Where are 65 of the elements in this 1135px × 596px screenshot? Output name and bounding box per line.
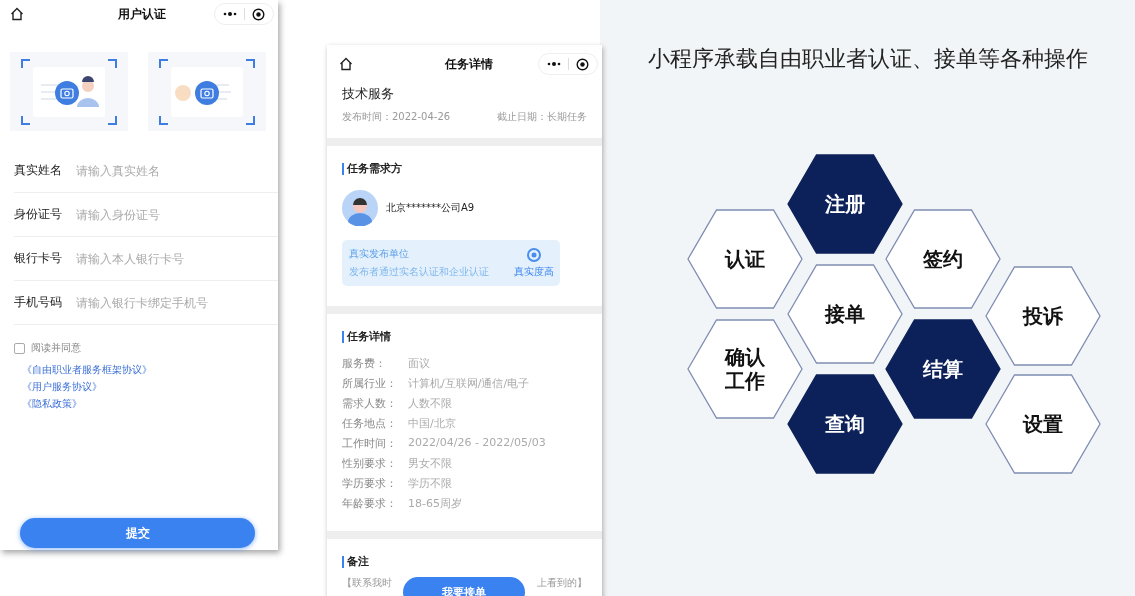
detail-label: 学历要求： [342, 476, 398, 491]
input-field[interactable]: 请输入本人银行卡号 [76, 251, 266, 266]
detail-value: 18-65周岁 [408, 496, 463, 511]
more-icon[interactable] [223, 11, 237, 17]
more-icon[interactable] [547, 61, 561, 67]
hexagon-node: 设置 [985, 374, 1101, 474]
hexagon-node: 认证 [687, 209, 803, 309]
agreement-link[interactable]: 《用户服务协议》 [22, 380, 102, 394]
verified-note: 发布者通过实名认证和企业认证 [349, 265, 489, 279]
remark-text: 上看到的】 [537, 576, 587, 590]
capsule-menu[interactable] [538, 53, 598, 75]
hexagon-node: 签约 [885, 209, 1001, 309]
checkbox[interactable] [14, 342, 25, 354]
remark-text: 【联系我时 [342, 576, 392, 590]
hexagon-node: 接单 [787, 264, 903, 364]
detail-value: 学历不限 [408, 476, 453, 491]
detail-value: 面议 [408, 356, 431, 371]
input-field[interactable]: 请输入真实姓名 [76, 163, 266, 178]
deadline: 截止日期：长期任务 [497, 110, 587, 124]
verified-label: 真实度高 [514, 264, 554, 279]
field-label: 真实姓名 [14, 162, 63, 179]
field-label: 手机号码 [14, 294, 63, 311]
hexagon-node: 确认 工作 [687, 319, 803, 419]
home-icon[interactable] [10, 7, 24, 21]
page-title: 用户认证 [118, 5, 166, 23]
detail-label: 需求人数： [342, 396, 398, 411]
task-name: 技术服务 [342, 85, 395, 103]
detail-value: 计算机/互联网/通信/电子 [408, 376, 531, 391]
id-card-upload[interactable] [10, 52, 128, 131]
field-label: 身份证号 [14, 206, 63, 223]
agree-label: 阅读并同意 [31, 341, 81, 355]
submit-button[interactable]: 提交 [20, 518, 255, 548]
home-icon[interactable] [339, 57, 353, 71]
detail-value: 人数不限 [408, 396, 453, 411]
id-card-upload[interactable] [148, 52, 266, 131]
requester-name: 北京*******公司A9 [386, 201, 475, 215]
detail-label: 年龄要求： [342, 496, 398, 511]
detail-value: 男女不限 [408, 456, 453, 471]
hexagon-node: 查询 [787, 374, 903, 474]
field-label: 银行卡号 [14, 250, 63, 267]
detail-label: 工作时间： [342, 436, 398, 451]
slide-title: 小程序承载自由职业者认证、接单等各种操作 [648, 45, 1089, 73]
page-title: 任务详情 [444, 55, 493, 73]
detail-value: 中国/北京 [408, 416, 457, 431]
verified-title: 真实发布单位 [349, 247, 410, 261]
section-heading: 任务详情 [342, 331, 587, 343]
capsule-menu[interactable] [214, 3, 274, 25]
detail-label: 所属行业： [342, 376, 398, 391]
section-heading: 备注 [342, 556, 587, 568]
close-icon[interactable] [252, 7, 265, 21]
hexagon-node: 结算 [885, 319, 1001, 419]
detail-label: 性别要求： [342, 456, 398, 471]
detail-label: 服务费： [342, 356, 387, 371]
avatar-icon [342, 190, 378, 226]
publish-time: 发布时间：2022-04-26 [342, 110, 451, 124]
agreement-link[interactable]: 《隐私政策》 [22, 397, 82, 411]
hexagon-node: 注册 [787, 154, 903, 254]
input-field[interactable]: 请输入银行卡绑定手机号 [76, 295, 266, 310]
agreement-link[interactable]: 《自由职业者服务框架协议》 [22, 363, 152, 377]
close-icon[interactable] [576, 57, 589, 71]
hexagon-node: 投诉 [985, 266, 1101, 366]
detail-label: 任务地点： [342, 416, 398, 431]
detail-value: 2022/04/26 - 2022/05/03 [408, 436, 547, 451]
section-heading: 任务需求方 [342, 163, 587, 175]
input-field[interactable]: 请输入身份证号 [76, 207, 266, 222]
